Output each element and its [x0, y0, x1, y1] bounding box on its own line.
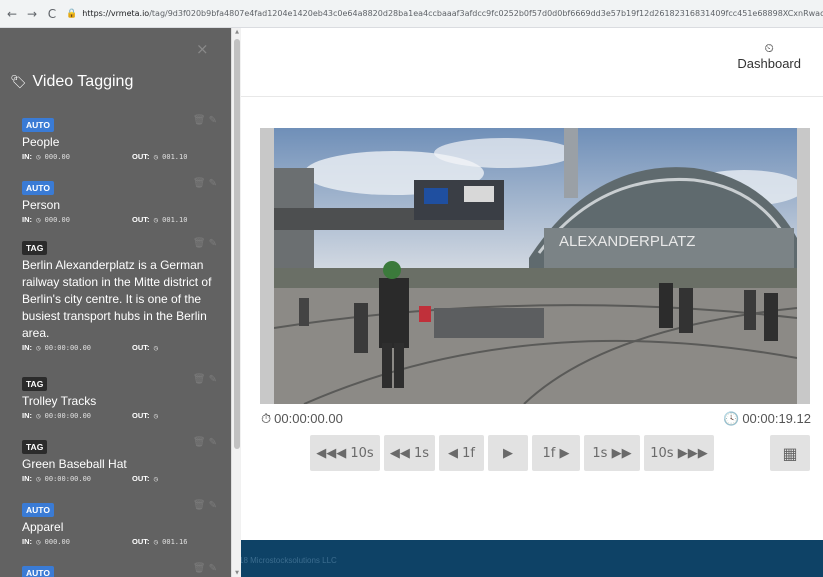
item-actions[interactable]: 🗑✎	[193, 500, 220, 511]
tagging-sidebar: × 🏷 Video Tagging AUTO 🗑✎ People IN: ◷ 0…	[0, 28, 231, 577]
in-out-row: IN: ◷ 000.00 OUT: ◷ 001.10	[22, 152, 188, 161]
tag-list-item[interactable]: AUTO 🗑✎ Apparel IN: ◷ 000.00 OUT: ◷ 001.…	[22, 500, 222, 549]
grid-icon: ▦	[782, 443, 798, 463]
play-button[interactable]: ▶	[488, 435, 528, 471]
close-icon[interactable]: ×	[196, 40, 209, 58]
tag-text: Berlin Alexanderplatz is a German railwa…	[22, 258, 212, 340]
duration-value: 00:00:19.12	[742, 411, 811, 426]
tag-text: People	[22, 135, 60, 149]
rewind-10s-button[interactable]: ◀◀◀ 10s	[310, 435, 380, 471]
video-frame[interactable]: ALEXANDERPLATZ	[274, 128, 797, 404]
copyright-text: 18 Microstocksolutions LLC	[239, 556, 337, 565]
scroll-down-icon[interactable]: ▼	[232, 570, 242, 576]
scroll-up-icon[interactable]: ▲	[232, 29, 242, 35]
auto-badge: AUTO	[22, 503, 54, 517]
item-actions[interactable]: 🗑✎	[193, 437, 220, 448]
tag-list-item[interactable]: TAG 🗑✎ Green Baseball Hat IN: ◷ 00:00:00…	[22, 437, 222, 486]
item-actions[interactable]: 🗑✎	[193, 178, 220, 189]
tag-text: Green Baseball Hat	[22, 457, 127, 471]
tag-list-item[interactable]: AUTO 🗑✎ People IN: ◷ 000.00 OUT: ◷ 001.1…	[22, 115, 222, 164]
sidebar-title: 🏷 Video Tagging	[10, 73, 133, 91]
svg-text:ALEXANDERPLATZ: ALEXANDERPLATZ	[559, 233, 695, 250]
sidebar-scrollbar[interactable]: ▲ ▼	[231, 28, 241, 577]
item-actions[interactable]: 🗑✎	[193, 374, 220, 385]
scrollbar-thumb[interactable]	[234, 39, 240, 449]
current-time: ⏱ 00:00:00.00	[261, 411, 343, 427]
rewind-1f-button[interactable]: ◀ 1f	[439, 435, 484, 471]
item-actions[interactable]: 🗑✎	[193, 115, 220, 126]
grid-menu-button[interactable]: ▦	[770, 435, 810, 471]
reload-icon[interactable]: C	[46, 7, 58, 21]
tag-text: Apparel	[22, 520, 64, 534]
stopwatch-icon: ⏱	[261, 412, 272, 427]
tag-list-item[interactable]: TAG 🗑✎ Berlin Alexanderplatz is a German…	[22, 238, 222, 355]
in-out-row: IN: ◷ 000.00 OUT: ◷ 001.16	[22, 537, 188, 546]
back-arrow-icon[interactable]: ←	[6, 7, 18, 21]
tag-icon: 🏷	[10, 74, 27, 90]
video-still-image: ALEXANDERPLATZ	[274, 128, 797, 404]
in-out-row: IN: ◷ 00:00:00.00 OUT: ◷	[22, 411, 158, 420]
forward-10s-button[interactable]: 10s ▶▶▶	[644, 435, 714, 471]
in-out-row: IN: ◷ 00:00:00.00 OUT: ◷	[22, 474, 158, 483]
auto-badge: AUTO	[22, 566, 54, 577]
clock-icon: 🕓	[723, 412, 740, 427]
playback-controls: ◀◀◀ 10s ◀◀ 1s ◀ 1f ▶ 1f ▶ 1s ▶▶ 10s ▶▶▶	[310, 435, 714, 471]
url-path: /tag/9d3f020b9bfa4807e4fad1204e1420eb43c…	[149, 9, 823, 18]
item-actions[interactable]: 🗑✎	[193, 238, 220, 249]
tag-list-item[interactable]: AUTO 🗑✎ Person IN: ◷ 000.00 OUT: ◷ 001.1…	[22, 178, 222, 227]
in-out-row: IN: ◷ 000.00 OUT: ◷ 001.10	[22, 215, 188, 224]
browser-toolbar: ← → C 🔒 https://vrmeta.io/tag/9d3f020b9b…	[0, 0, 823, 28]
tag-text: Trolley Tracks	[22, 394, 97, 408]
tachometer-icon: ⏲	[764, 41, 774, 55]
forward-arrow-icon[interactable]: →	[26, 7, 38, 21]
dashboard-label: Dashboard	[737, 56, 801, 71]
forward-1f-button[interactable]: 1f ▶	[532, 435, 580, 471]
dashboard-link[interactable]: ⏲ Dashboard	[737, 40, 801, 71]
tag-badge: TAG	[22, 377, 48, 391]
tag-badge: TAG	[22, 241, 48, 255]
video-player[interactable]: ALEXANDERPLATZ	[260, 128, 810, 404]
auto-badge: AUTO	[22, 118, 54, 132]
tag-badge: TAG	[22, 440, 48, 454]
in-out-row: IN: ◷ 00:00:00.00 OUT: ◷	[22, 343, 158, 352]
item-actions[interactable]: 🗑✎	[193, 563, 220, 574]
url-host: https://vrmeta.io	[82, 9, 150, 18]
tag-text: Person	[22, 198, 61, 212]
duration: 🕓 00:00:19.12	[723, 411, 811, 427]
current-time-value: 00:00:00.00	[274, 411, 343, 426]
tag-list-item[interactable]: AUTO 🗑✎	[22, 563, 222, 577]
auto-badge: AUTO	[22, 181, 54, 195]
address-bar[interactable]: 🔒 https://vrmeta.io/tag/9d3f020b9bfa4807…	[66, 4, 823, 24]
sidebar-title-text: Video Tagging	[32, 73, 134, 90]
forward-1s-button[interactable]: 1s ▶▶	[584, 435, 640, 471]
tag-list-item[interactable]: TAG 🗑✎ Trolley Tracks IN: ◷ 00:00:00.00 …	[22, 374, 222, 423]
lock-icon: 🔒	[66, 8, 78, 19]
rewind-1s-button[interactable]: ◀◀ 1s	[384, 435, 435, 471]
